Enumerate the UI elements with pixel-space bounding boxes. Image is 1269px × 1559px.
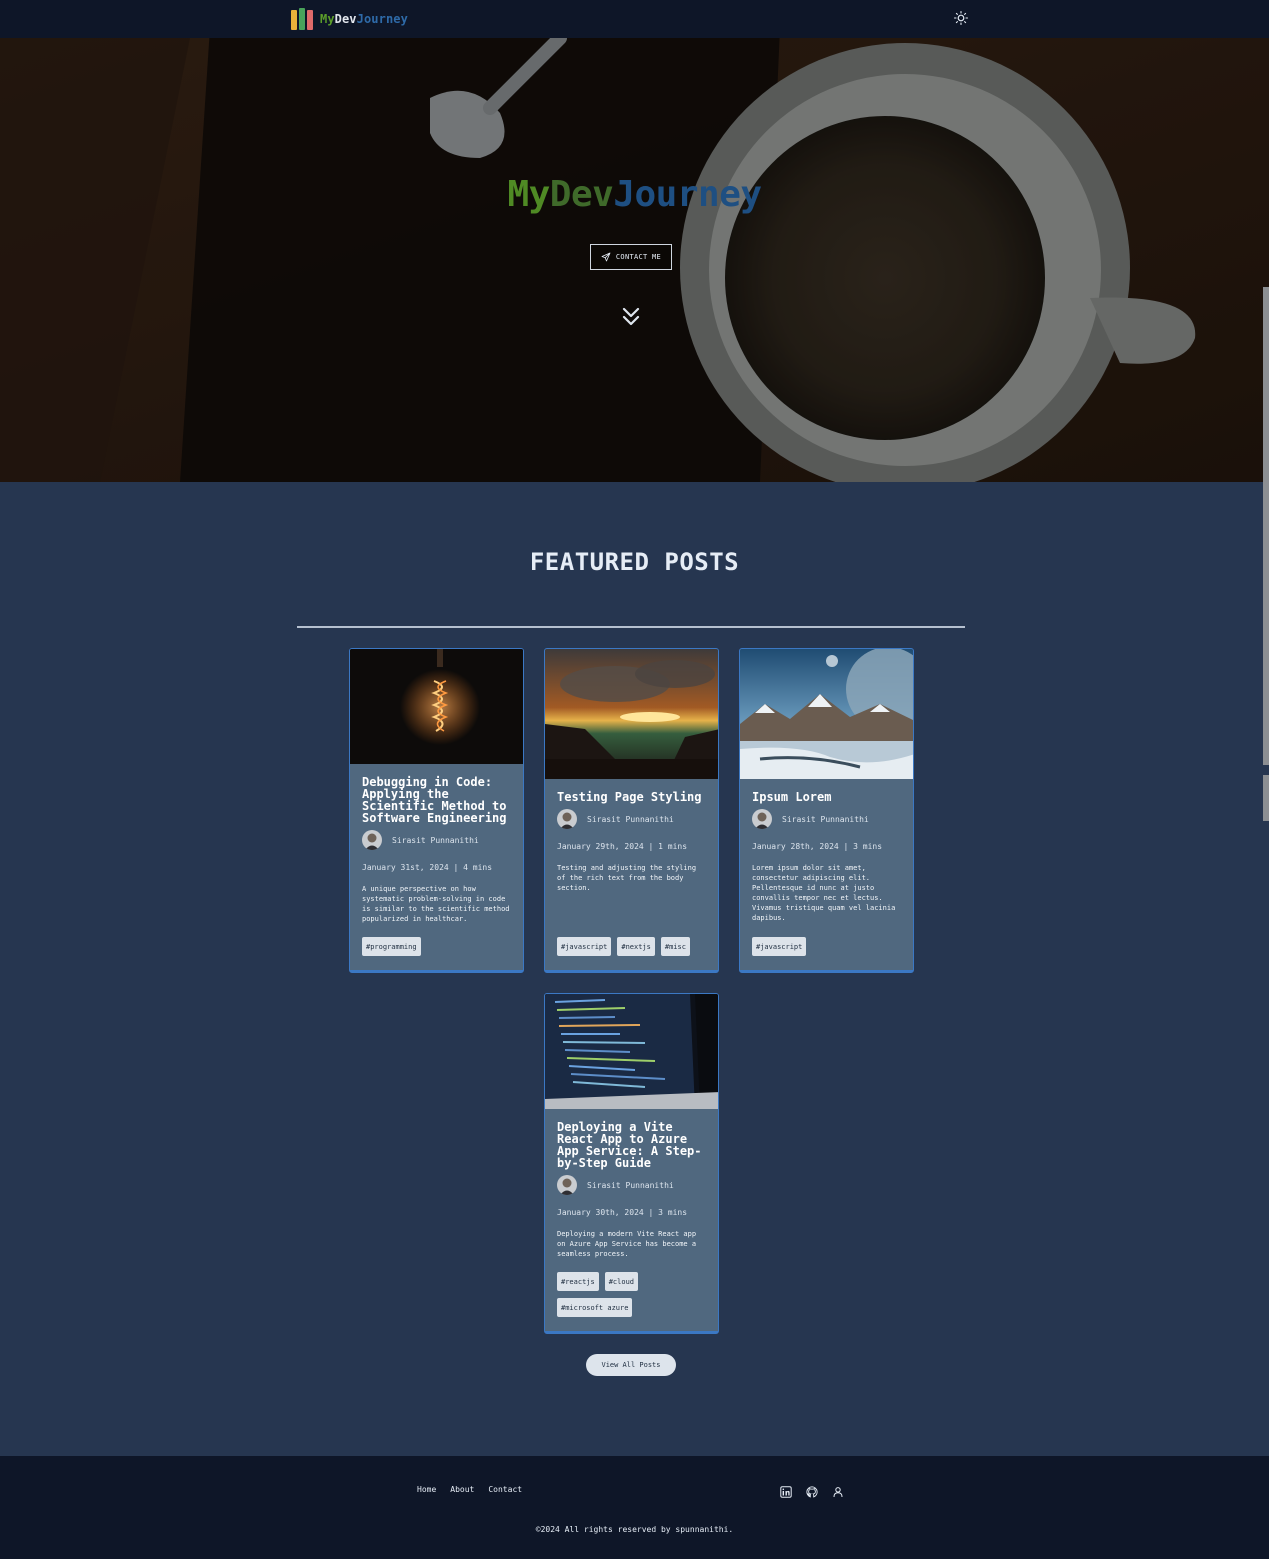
post-card[interactable]: Debugging in Code: Applying the Scientif… [349, 648, 524, 973]
tag[interactable]: #programming [362, 937, 421, 956]
avatar [752, 809, 772, 829]
tag[interactable]: #misc [660, 937, 690, 956]
post-excerpt: Deploying a modern Vite React app on Azu… [557, 1230, 697, 1258]
hero-section: MyDevJourney CONTACT ME [0, 38, 1269, 482]
post-card[interactable]: Ipsum Lorem Sirasit Punnanithi January 2… [739, 648, 914, 973]
author-name: Sirasit Punnanithi [392, 835, 479, 845]
post-title[interactable]: Testing Page Styling [557, 791, 706, 803]
post-author: Sirasit Punnanithi [362, 830, 511, 850]
github-icon[interactable] [806, 1483, 818, 1498]
contact-me-button[interactable]: CONTACT ME [590, 244, 672, 270]
post-date-readtime: January 31st, 2024 | 4 mins [362, 863, 493, 872]
scrollbar-thumb-secondary[interactable] [1263, 775, 1269, 821]
view-all-posts-button[interactable]: View All Posts [586, 1354, 676, 1376]
post-title[interactable]: Debugging in Code: Applying the Scientif… [362, 776, 511, 824]
tag[interactable]: #cloud [604, 1272, 639, 1291]
social-links [780, 1483, 844, 1498]
author-name: Sirasit Punnanithi [587, 1180, 674, 1190]
footer-link-about[interactable]: About [450, 1485, 474, 1494]
hero-title-my: My [507, 174, 550, 215]
author-name: Sirasit Punnanithi [782, 814, 869, 824]
post-image-sunset [545, 649, 718, 779]
logo-text-dev: Dev [334, 12, 357, 26]
tag[interactable]: #nextjs [617, 937, 655, 956]
logo-text: MyDevJourney [320, 12, 408, 26]
post-image-lightbulb [350, 649, 523, 764]
post-author: Sirasit Punnanithi [557, 809, 706, 829]
user-icon[interactable] [832, 1483, 844, 1498]
logo-text-journey: Journey [356, 12, 408, 26]
tag[interactable]: #reactjs [557, 1272, 599, 1291]
post-tags: #javascript #nextjs #misc [557, 937, 707, 956]
post-excerpt: A unique perspective on how systematic p… [362, 885, 510, 923]
author-name: Sirasit Punnanithi [587, 814, 674, 824]
footer-nav: Home About Contact [417, 1485, 522, 1494]
avatar [362, 830, 382, 850]
navbar: MyDevJourney [0, 0, 1269, 38]
post-excerpt: Lorem ipsum dolor sit amet, consectetur … [752, 864, 896, 922]
post-date-readtime: January 30th, 2024 | 3 mins [557, 1208, 688, 1217]
copyright-text: ©2024 All rights reserved by spunnanithi… [535, 1525, 734, 1534]
post-title[interactable]: Deploying a Vite React App to Azure App … [557, 1121, 706, 1169]
tag[interactable]: #microsoft azure [557, 1298, 633, 1317]
avatar [557, 1175, 577, 1195]
post-card[interactable]: Testing Page Styling Sirasit Punnanithi … [544, 648, 719, 973]
linkedin-icon[interactable] [780, 1483, 792, 1498]
footer: Home About Contact ©2024 All rights rese… [0, 1456, 1269, 1559]
post-tags: #javascript [752, 937, 902, 956]
post-title[interactable]: Ipsum Lorem [752, 791, 901, 803]
scrollbar-thumb[interactable] [1263, 287, 1269, 765]
books-logo-icon [291, 8, 313, 30]
post-image-planet-landscape [740, 649, 913, 779]
post-image-code-laptop [545, 994, 718, 1109]
contact-me-label: CONTACT ME [615, 253, 662, 261]
avatar [557, 809, 577, 829]
hero-title-journey: Journey [613, 174, 762, 215]
post-excerpt: Testing and adjusting the styling of the… [557, 864, 697, 892]
post-date-readtime: January 29th, 2024 | 1 mins [557, 842, 688, 851]
sun-icon[interactable] [953, 10, 969, 26]
double-chevron-down-icon[interactable] [621, 306, 641, 328]
footer-link-home[interactable]: Home [417, 1485, 436, 1494]
logo-text-my: My [320, 12, 335, 26]
post-tags: #reactjs #cloud #microsoft azure [557, 1272, 707, 1317]
site-logo[interactable]: MyDevJourney [291, 8, 408, 30]
paper-plane-icon [601, 252, 611, 262]
post-card[interactable]: Deploying a Vite React App to Azure App … [544, 993, 719, 1334]
post-date-readtime: January 28th, 2024 | 3 mins [752, 842, 883, 851]
post-tags: #programming [362, 937, 512, 956]
post-author: Sirasit Punnanithi [557, 1175, 706, 1195]
post-author: Sirasit Punnanithi [752, 809, 901, 829]
tag[interactable]: #javascript [557, 937, 612, 956]
tag[interactable]: #javascript [752, 937, 807, 956]
hero-title-dev: Dev [549, 174, 614, 215]
featured-posts-heading: FEATURED POSTS [529, 548, 740, 576]
section-divider [297, 626, 965, 628]
footer-link-contact[interactable]: Contact [488, 1485, 522, 1494]
hero-title: MyDevJourney [0, 174, 1269, 215]
